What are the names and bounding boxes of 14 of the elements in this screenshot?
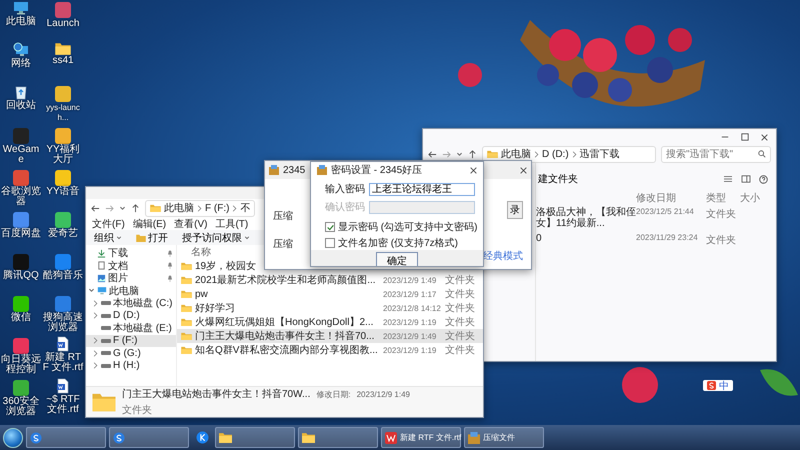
- date-value: 2023/12/9 1:49: [356, 390, 410, 398]
- selected-item-name: 门主王大爆电站炮击事件女主！抖音70W...: [122, 388, 310, 401]
- date-label: 修改日期:: [316, 388, 351, 400]
- field-label: 输入密码: [325, 182, 365, 196]
- field-label: 确认密码: [325, 200, 365, 214]
- type-cell-text: 文件夹: [706, 234, 737, 247]
- type-cell-text: 文件夹: [706, 208, 737, 221]
- date-cell-text: 2023/12/5 21:44: [636, 207, 695, 216]
- date-cell-text: 2023/11/29 23:24: [636, 233, 699, 242]
- item-type: 文件夹: [122, 404, 153, 417]
- field-label: 压缩: [273, 238, 293, 251]
- dialog-title: 密码设置 - 2345好压: [331, 164, 424, 177]
- field-label: 压缩: [273, 210, 293, 223]
- window-title: 2345: [283, 164, 306, 176]
